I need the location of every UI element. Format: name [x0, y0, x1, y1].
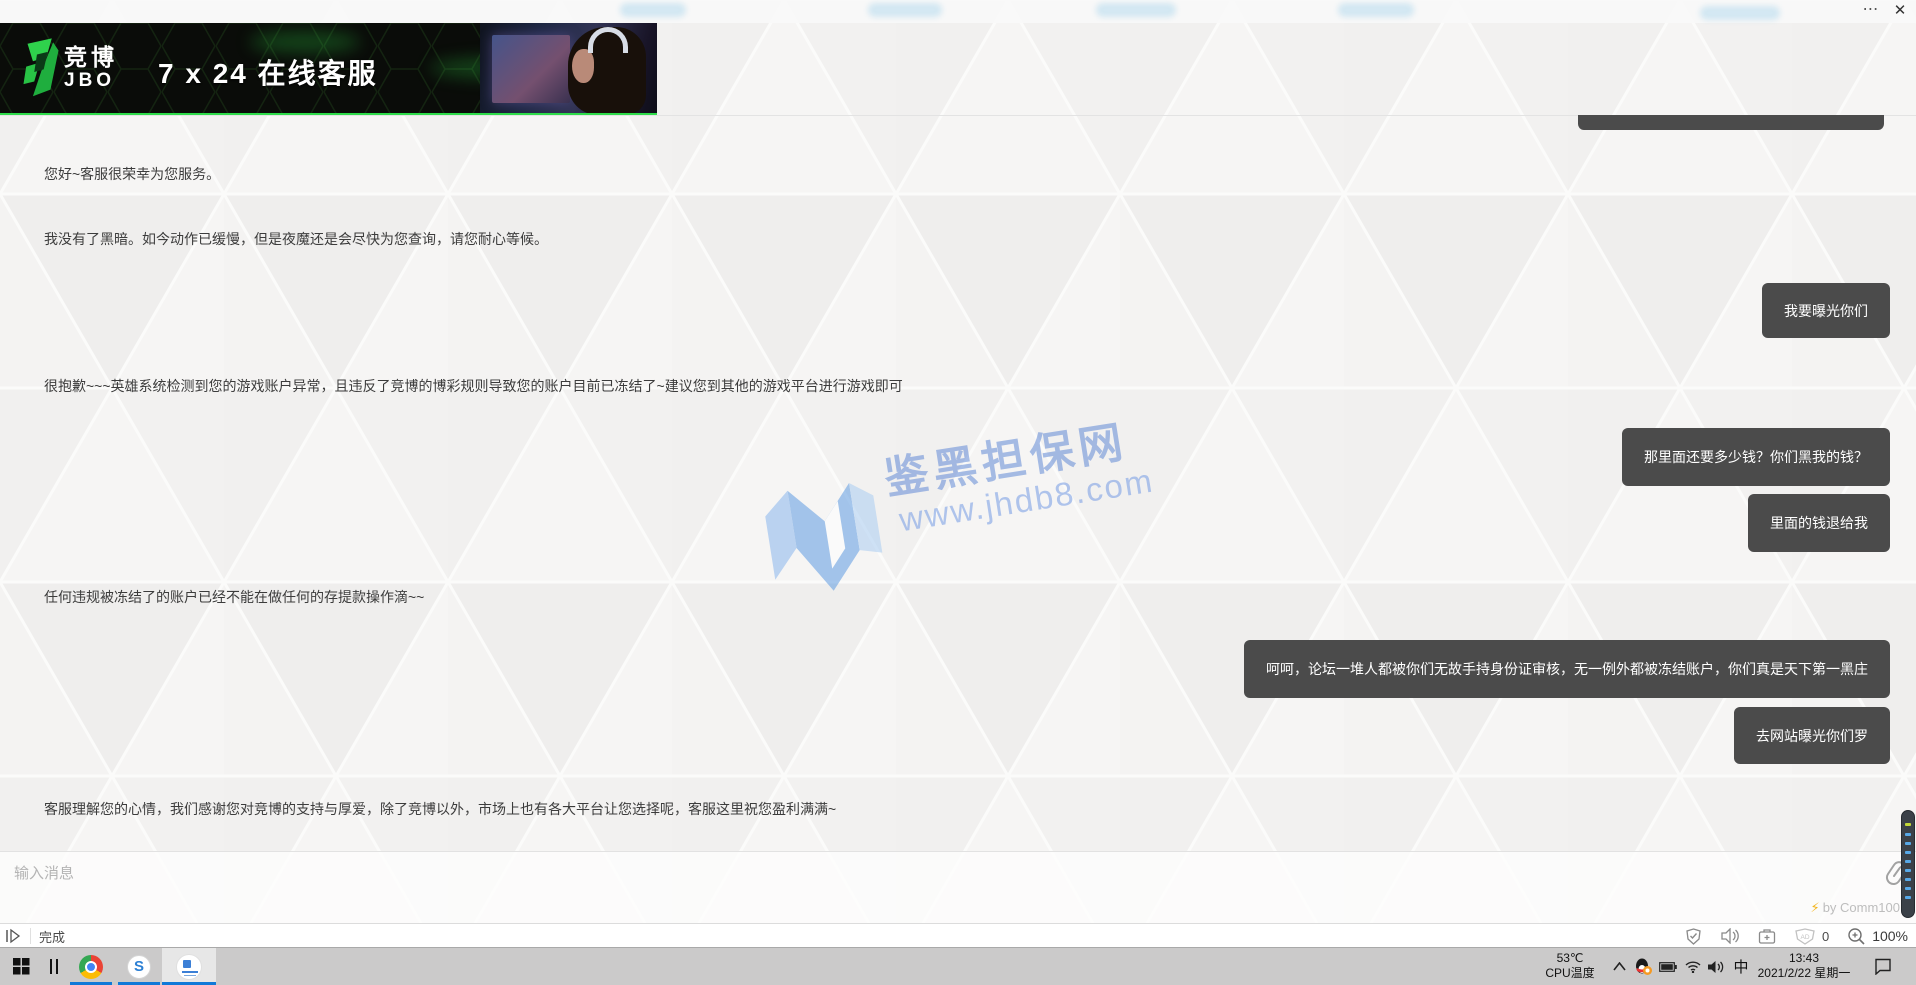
cpu-temp-value: 53℃: [1540, 951, 1600, 966]
desktop-screen: ⋯ ✕ 竞博 JBO 7 x 24 在线客服: [0, 0, 1916, 985]
page-state-icon: [4, 928, 22, 944]
message-composer: ⚡by Comm100: [0, 851, 1916, 923]
agent-message: 很抱歉~~~英雄系统检测到您的游戏账户异常，且违反了竞博的博彩规则导致您的账户目…: [44, 376, 903, 396]
clock-date: 2021/2/22 星期一: [1752, 966, 1856, 981]
sogou-browser-icon: S: [127, 955, 151, 979]
cpu-temp-label: CPU温度: [1540, 966, 1600, 981]
brand-name-cn: 竞博: [64, 44, 118, 70]
window-title-strip: ⋯ ✕: [0, 0, 1916, 23]
agent-photo: [480, 23, 657, 115]
qq-tray-icon[interactable]: [1632, 948, 1654, 985]
visitor-message-bubble: 去网站曝光你们罗: [1734, 707, 1890, 764]
message-input[interactable]: [14, 862, 1864, 914]
visitor-message-bubble: 那里面还要多少钱？你们黑我的钱？: [1622, 428, 1890, 486]
brand-name-en: JBO: [64, 70, 118, 92]
adblock-shield-icon[interactable]: AD: [1794, 928, 1816, 945]
agent-message: 客服理解您的心情，我们感谢您对竞博的支持与厚爱，除了竞博以外，市场上也有各大平台…: [44, 799, 836, 819]
action-center-icon[interactable]: [1868, 948, 1898, 985]
agent-message: 我没有了黑暗。如今动作已缓慢，但是夜魔还是会尽快为您查询，请您耐心等候。: [44, 229, 548, 249]
jbo-logo: [22, 37, 60, 99]
ime-language-indicator[interactable]: 中: [1729, 948, 1753, 985]
battery-tray-icon[interactable]: [1656, 948, 1680, 985]
scrollbar-thumb[interactable]: [1901, 810, 1915, 918]
safety-check-icon[interactable]: [1685, 928, 1702, 945]
faded-watermark-smudge: [868, 3, 942, 17]
jbo-service-banner: 竞博 JBO 7 x 24 在线客服: [0, 23, 657, 115]
zoom-magnifier-icon[interactable]: [1847, 927, 1866, 945]
comm100-label: by Comm100: [1823, 900, 1900, 915]
faded-watermark-smudge: [1700, 6, 1780, 20]
clock-time: 13:43: [1752, 951, 1856, 966]
visitor-message-bubble: 呵呵，论坛一堆人都被你们无故手持身份证审核，无一例外都被冻结账户，你们真是天下第…: [1244, 640, 1890, 698]
wifi-tray-icon[interactable]: [1682, 948, 1704, 985]
banner-headline: 7 x 24 在线客服: [158, 52, 478, 92]
volume-tray-icon[interactable]: [1704, 948, 1728, 985]
adblock-count: 0: [1822, 929, 1829, 944]
tray-expand-chevron[interactable]: [1608, 948, 1630, 985]
photo-face: [572, 49, 594, 83]
taskbar-pinned-app[interactable]: [44, 948, 64, 985]
browser-status-bar: 完成 AD 0: [0, 923, 1916, 947]
page-status-text: 完成: [39, 927, 65, 946]
taskbar-browser[interactable]: S: [118, 948, 160, 985]
agent-message: 任何违规被冻结了的账户已经不能在做任何的存提款操作滴~~: [44, 587, 424, 607]
chrome-icon: [79, 955, 103, 979]
visitor-message-bubble: 里面的钱退给我: [1748, 494, 1890, 552]
windows-logo-icon: [13, 958, 30, 975]
taskbar-chrome[interactable]: [70, 948, 112, 985]
zoom-level-text[interactable]: 100%: [1872, 928, 1908, 944]
status-left: 完成: [4, 924, 65, 948]
windows-taskbar: S 53℃ CPU温度: [0, 947, 1916, 985]
status-divider: [30, 928, 31, 944]
visitor-message-bubble: 我要曝光你们: [1762, 283, 1890, 338]
taskbar-clock[interactable]: 13:43 2021/2/22 星期一: [1752, 951, 1856, 981]
brand-block: 竞博 JBO: [64, 44, 118, 92]
taskbar-active-app[interactable]: [162, 948, 216, 985]
agent-message: 您好~客服很荣幸为您服务。: [44, 164, 220, 184]
svg-text:AD: AD: [1800, 934, 1809, 941]
comm100-branding: ⚡by Comm100: [1700, 900, 1900, 916]
window-close-icon[interactable]: ✕: [1888, 0, 1912, 22]
start-button[interactable]: [6, 948, 36, 985]
sound-icon[interactable]: [1720, 928, 1740, 944]
green-glow: [250, 31, 360, 53]
window-more-icon[interactable]: ⋯: [1856, 1, 1886, 21]
photo-monitor: [492, 35, 570, 103]
chat-bubble-partial: [1578, 115, 1884, 130]
lightning-icon: ⚡: [1811, 900, 1820, 915]
extensions-box-icon[interactable]: [1758, 928, 1776, 945]
cpu-temperature[interactable]: 53℃ CPU温度: [1540, 951, 1600, 981]
faded-watermark-smudge: [1096, 3, 1176, 17]
faded-watermark-smudge: [620, 3, 686, 17]
status-right: AD 0 100%: [1685, 924, 1908, 948]
jhdb8-app-icon: [176, 954, 202, 980]
faded-watermark-smudge: [1338, 3, 1414, 17]
